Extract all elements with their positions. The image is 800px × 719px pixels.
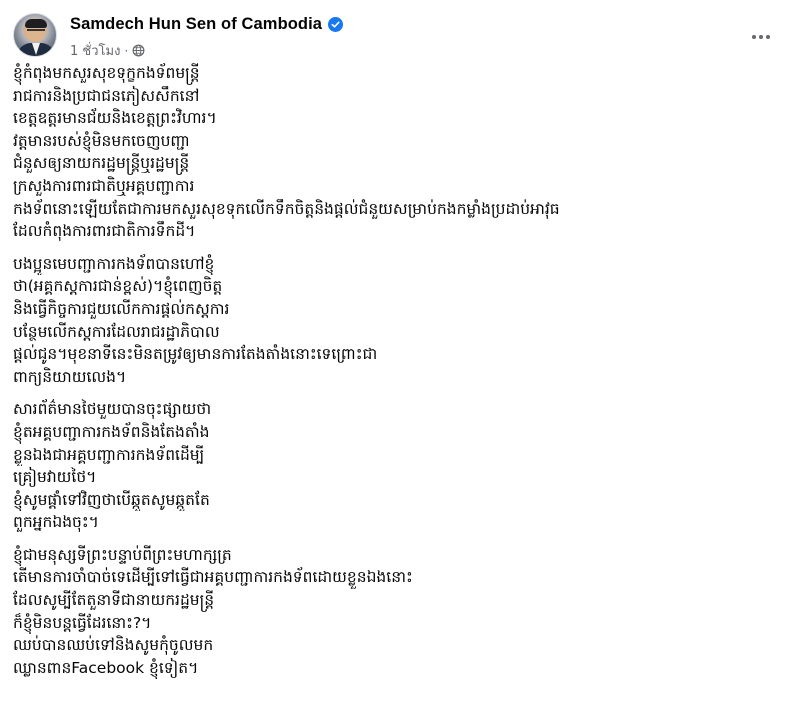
post-meta: 1 ชั่วโมง · <box>70 40 145 61</box>
post-line: គ្រៀមវាយថៃ។ <box>13 468 97 487</box>
post-line: ថា(អគ្គកស្តការជាន់ខ្ពស់)។ខ្ញុំពេញចិត្ត <box>13 277 223 296</box>
post-line: ដែលកំពុងការពារជាតិការទឹកដី។ <box>13 222 196 241</box>
post-line: ក្រសួងការពារជាតិឬអគ្គបញ្ជាការ <box>13 176 195 195</box>
author-name-row: Samdech Hun Sen of Cambodia <box>70 15 344 34</box>
post-line: រាជការនិងប្រជាជនភៀសសឹកនៅ <box>13 86 200 105</box>
post-line: ក៏ខ្ញុំមិនបន្តធ្វើដែរនោះ?។ <box>13 613 152 632</box>
post-line: ខ្លួនឯងជាអគ្គបញ្ជាការកងទ័ពដើម្បី <box>13 445 205 464</box>
post-paragraph-1: ខ្ញុំកំពុងមកសួរសុខទុក្ខកងទ័ពមន្ត្រី រាជក… <box>13 62 787 243</box>
avatar-hair <box>25 19 47 28</box>
post-line: តើមានការចាំបាច់ទេដើម្បីទៅធ្វើជាអគ្គបញ្ជា… <box>13 568 413 587</box>
post-line: ខ្ញុំតអគ្គបញ្ជាការកងទ័ពនិងតែងតាំង <box>13 422 210 441</box>
post-line: បងប្អូនមេបញ្ជាការកងទ័ពបានហៅខ្ញុំ <box>13 254 215 273</box>
more-options-icon <box>752 35 770 39</box>
facebook-post: Samdech Hun Sen of Cambodia 1 ชั่วโมง · <box>0 0 800 719</box>
post-line: ពួកអ្នកឯងចុះ។ <box>13 513 99 532</box>
verified-badge-icon <box>328 17 344 32</box>
post-line: ខេត្តឧត្តរមានជ័យនិងខេត្តព្រះវិហារ។ <box>13 109 217 128</box>
post-line: សារព័ត៌មានថៃមួយបានចុះផ្សាយថា <box>13 400 212 419</box>
post-line: បន្ថែមលើកស្តការដែលរាជរដ្ឋាភិបាល <box>13 322 220 341</box>
post-line: ខ្ញុំកំពុងមកសួរសុខទុក្ខកងទ័ពមន្ត្រី <box>13 64 200 82</box>
post-paragraph-3: សារព័ត៌មានថៃមួយបានចុះផ្សាយថា ខ្ញុំតអគ្គប… <box>13 398 787 534</box>
globe-icon[interactable] <box>132 44 145 57</box>
post-header: Samdech Hun Sen of Cambodia 1 ชั่วโมง · <box>13 13 787 61</box>
meta-separator: · <box>124 43 129 58</box>
post-line: ពាក្យនិយាយលេង។ <box>13 367 127 386</box>
post-line: ឈ្លានពានFacebook ខ្ញុំទៀត។ <box>13 658 199 677</box>
post-line: ផ្តល់ជូន។មុខនាទីនេះមិនតម្រូវឲ្យមានការតែង… <box>13 345 378 364</box>
post-line: និងធ្វើកិច្ចការជួយលើកការផ្តល់កស្តការ <box>13 299 230 318</box>
post-line: ឈប់បានឈប់ទៅនិងសូមកុំចូលមក <box>13 636 214 655</box>
post-paragraph-4: ខ្ញុំជាមនុស្សទីព្រះបន្ទាប់ពីព្រះមហាក្សត្… <box>13 544 787 680</box>
post-line: ខ្ញុំជាមនុស្សទីព្រះបន្ទាប់ពីព្រះមហាក្សត្… <box>13 545 232 564</box>
post-line: ខ្ញុំសូមផ្តាំទៅវិញថាបើឆ្កួតសូមឆ្កួតតែ <box>13 490 210 509</box>
post-line: ជំនួសឲ្យនាយករដ្ឋមន្ត្រីឬរដ្ឋមន្ត្រី <box>13 154 190 173</box>
post-line: វត្តមានរបស់ខ្ញុំមិនមកចេញបញ្ជា <box>13 131 190 150</box>
post-body: ខ្ញុំកំពុងមកសួរសុខទុក្ខកងទ័ពមន្ត្រី រាជក… <box>13 62 787 689</box>
post-paragraph-2: បងប្អូនមេបញ្ជាការកងទ័ពបានហៅខ្ញុំ ថា(អគ្គ… <box>13 253 787 389</box>
author-avatar[interactable] <box>13 13 57 57</box>
post-line: ដែលសូម្បីតែតួនាទីជានាយករដ្ឋមន្ត្រី <box>13 591 215 610</box>
avatar-glasses <box>27 29 45 35</box>
author-name[interactable]: Samdech Hun Sen of Cambodia <box>70 15 322 34</box>
post-line: កងទ័ពនោះឡើយតែជាការមកសួរសុខទុកលើកទឹកចិត្ត… <box>13 199 560 218</box>
post-timestamp[interactable]: 1 ชั่วโมง <box>70 40 120 61</box>
more-options-button[interactable] <box>743 19 779 55</box>
